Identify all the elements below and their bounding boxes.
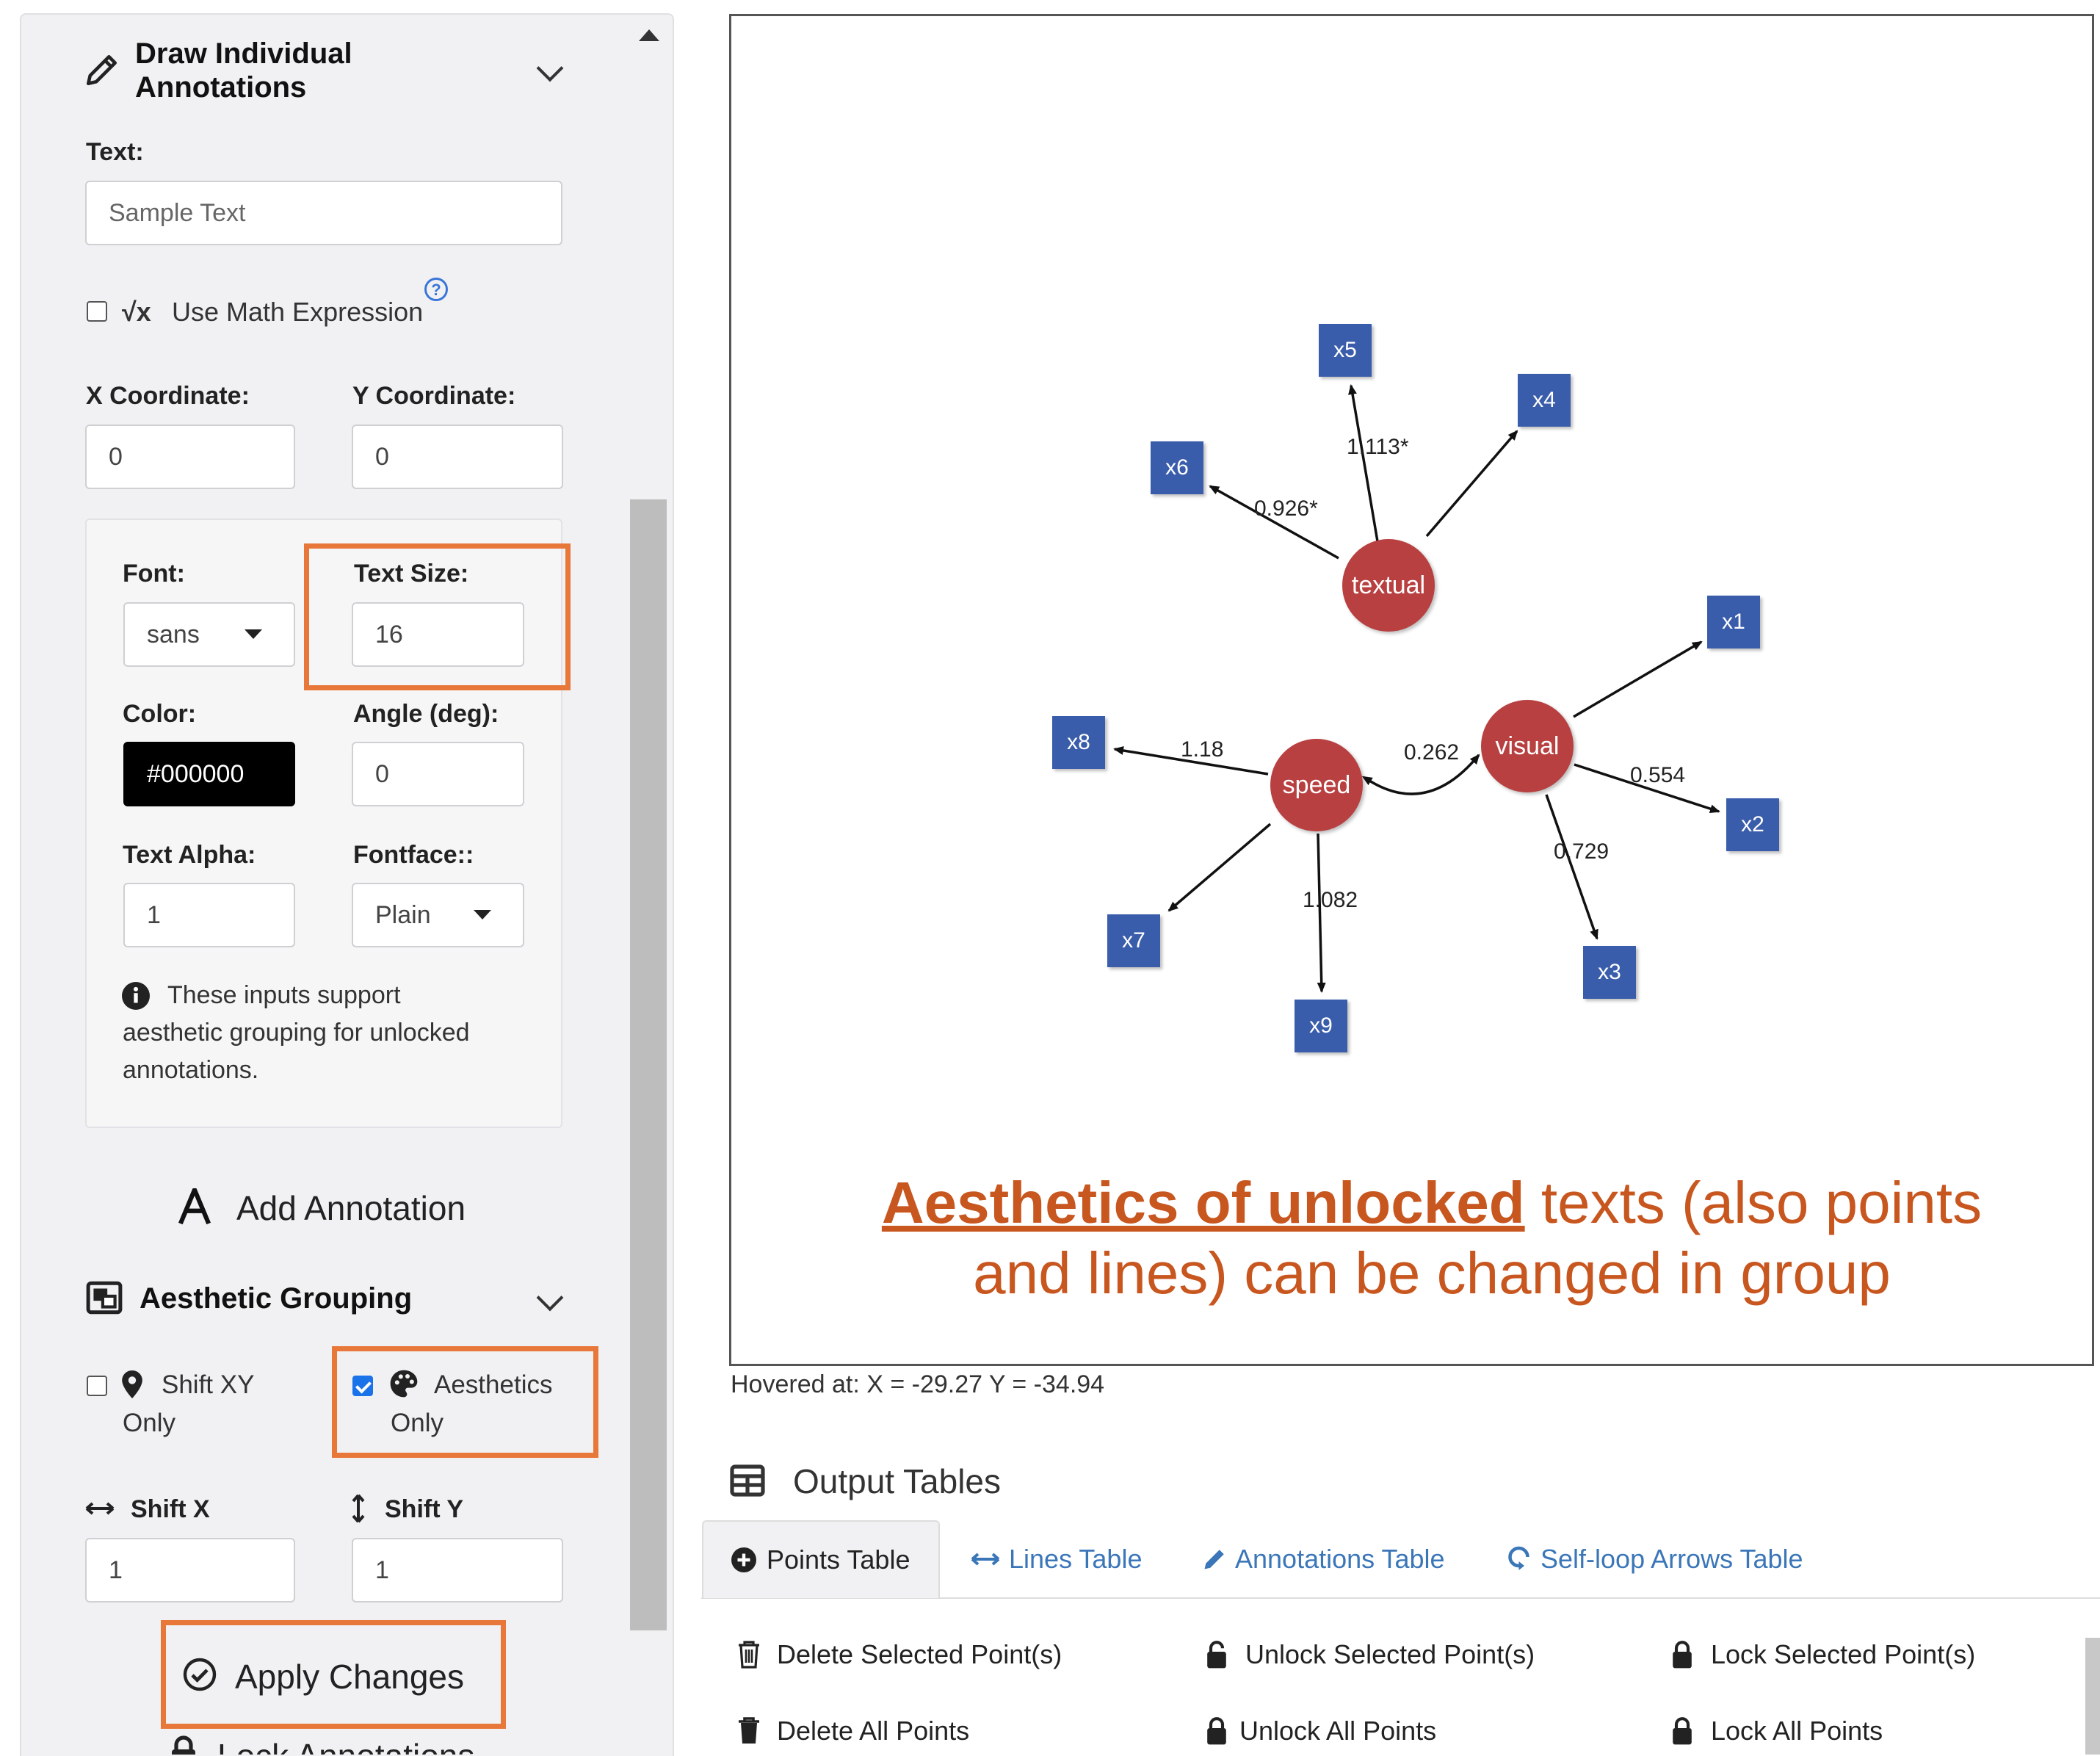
vertical-arrows-icon — [352, 1494, 365, 1523]
node-x7[interactable]: x7 — [1107, 914, 1160, 967]
shift-x-input[interactable]: 1 — [85, 1538, 295, 1603]
trash-outline-icon — [739, 1641, 759, 1669]
lock-annotations-button[interactable]: Lock Annotations — [169, 1735, 499, 1755]
unlock-selected-points-label: Unlock Selected Point(s) — [1245, 1639, 1535, 1669]
shift-y-label: Shift Y — [385, 1495, 464, 1523]
plus-circle-icon — [731, 1547, 756, 1572]
tab-points-table-label: Points Table — [767, 1544, 910, 1575]
lock-icon — [1673, 1717, 1692, 1745]
node-x9[interactable]: x9 — [1295, 1000, 1347, 1052]
pencil-icon — [1204, 1550, 1224, 1569]
caption-rest1: texts (also points — [1524, 1170, 1983, 1235]
node-x6[interactable]: x6 — [1151, 441, 1203, 494]
plot-annotation-caption[interactable]: Aesthetics of unlocked texts (also point… — [808, 1168, 2056, 1309]
delete-selected-points-label: Delete Selected Point(s) — [777, 1639, 1062, 1669]
caption-line2: and lines) can be changed in group — [973, 1240, 1891, 1306]
unlock-all-points-button[interactable]: Unlock All Points — [1204, 1716, 1436, 1746]
edge-label-x2: 0.554 — [1630, 763, 1686, 787]
delete-all-points-button[interactable]: Delete All Points — [737, 1716, 969, 1746]
node-x2[interactable]: x2 — [1726, 798, 1779, 851]
horizontal-arrows-icon — [85, 1502, 115, 1515]
lock-annotations-label: Lock Annotations — [217, 1736, 474, 1755]
shift-xy-only-label-line2: Only — [123, 1409, 175, 1437]
output-tables-title: Output Tables — [793, 1462, 1002, 1500]
lock-icon — [1673, 1641, 1692, 1669]
edge-label-covariance: 0.262 — [1404, 740, 1460, 765]
node-x4[interactable]: x4 — [1518, 374, 1571, 427]
lock-all-points-label: Lock All Points — [1711, 1716, 1883, 1746]
lock-icon — [1207, 1717, 1226, 1745]
lock-all-points-button[interactable]: Lock All Points — [1670, 1716, 1883, 1746]
tab-lines-table[interactable]: Lines Table — [971, 1520, 1142, 1598]
tab-points-table[interactable]: Points Table — [702, 1520, 940, 1598]
node-x8[interactable]: x8 — [1052, 716, 1105, 769]
edge-label-x5: 1.113* — [1347, 435, 1409, 459]
node-x5[interactable]: x5 — [1319, 324, 1372, 377]
node-x3[interactable]: x3 — [1583, 946, 1636, 999]
edge-textual-x4 — [1425, 430, 1518, 538]
edge-visual-x1 — [1573, 640, 1703, 718]
delete-all-points-label: Delete All Points — [777, 1716, 970, 1746]
rotate-arrow-icon — [1508, 1546, 1529, 1570]
delete-selected-points-button[interactable]: Delete Selected Point(s) — [737, 1639, 1062, 1670]
caption-line1: Aesthetics of unlocked texts (also point… — [808, 1168, 2056, 1238]
trash-icon — [739, 1717, 759, 1744]
shift-y-input[interactable]: 1 — [352, 1538, 563, 1603]
node-visual[interactable]: visual — [1481, 700, 1574, 792]
lock-selected-points-button[interactable]: Lock Selected Point(s) — [1670, 1639, 1975, 1670]
node-textual[interactable]: textual — [1342, 539, 1435, 632]
apply-changes-highlight — [161, 1620, 506, 1729]
tab-lines-table-label: Lines Table — [1009, 1544, 1143, 1574]
unlock-all-points-label: Unlock All Points — [1239, 1716, 1437, 1746]
tab-annotations-table[interactable]: Annotations Table — [1201, 1520, 1445, 1598]
caption-emphasis: Aesthetics of unlocked — [881, 1170, 1525, 1235]
lock-selected-points-label: Lock Selected Point(s) — [1711, 1639, 1976, 1669]
edge-label-x3: 0.729 — [1554, 839, 1610, 864]
edge-visual-x3 — [1545, 794, 1598, 940]
edge-speed-x7 — [1167, 823, 1272, 912]
edge-label-x8: 1.18 — [1181, 737, 1224, 762]
lock-icon — [172, 1735, 195, 1755]
hover-coordinates: Hovered at: X = -29.27 Y = -34.94 — [731, 1370, 1105, 1398]
shift-x-label: Shift X — [131, 1495, 210, 1523]
edge-label-x9: 1.082 — [1303, 888, 1358, 912]
unlock-icon — [1207, 1641, 1226, 1669]
tab-annotations-table-label: Annotations Table — [1235, 1544, 1445, 1574]
edge-label-x6: 0.926* — [1254, 496, 1318, 521]
node-speed[interactable]: speed — [1270, 739, 1363, 831]
edge-textual-x5 — [1348, 384, 1379, 542]
node-x1[interactable]: x1 — [1707, 596, 1760, 648]
output-scrollbar[interactable] — [2085, 1638, 2100, 1755]
unlock-selected-points-button[interactable]: Unlock Selected Point(s) — [1204, 1639, 1535, 1670]
table-icon — [730, 1464, 765, 1497]
horizontal-arrows-icon — [971, 1553, 1000, 1566]
tab-self-loop-arrows-table[interactable]: Self-loop Arrows Table — [1507, 1520, 1803, 1598]
tab-self-loop-arrows-table-label: Self-loop Arrows Table — [1540, 1544, 1803, 1574]
